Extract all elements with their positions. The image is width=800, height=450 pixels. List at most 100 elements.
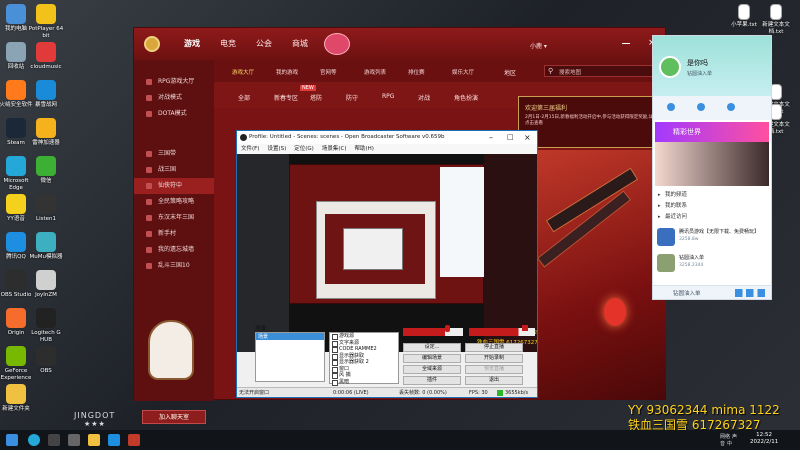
platform-logo-icon[interactable]: [144, 36, 160, 52]
obs-minimize-button[interactable]: –: [489, 131, 493, 144]
desktop-icon[interactable]: cloudmusic: [28, 42, 64, 71]
platform-subtab[interactable]: 游戏列表: [364, 68, 386, 76]
source-item[interactable]: 黑暗: [330, 379, 398, 385]
platform-subtab[interactable]: 娱乐大厅: [452, 68, 474, 76]
sidebar-item[interactable]: 我的遗忘城墙: [134, 242, 214, 258]
platform-subtab[interactable]: 官网等: [320, 68, 337, 76]
desktop-icon[interactable]: 雷神加速器: [28, 118, 64, 147]
sidebar-item[interactable]: 三国带: [134, 146, 214, 162]
tray-area[interactable]: 网络 声音中: [720, 433, 744, 447]
sidebar-item[interactable]: 仙侠符中: [134, 178, 214, 194]
join-chat-button[interactable]: 加入聊天室: [142, 410, 206, 424]
sidebar-item[interactable]: 全民策略攻略: [134, 194, 214, 210]
obs-close-button[interactable]: ×: [524, 131, 531, 144]
taskbar-qq-icon[interactable]: [108, 434, 120, 446]
chat-tab-icon-3[interactable]: [727, 103, 735, 111]
tray-item[interactable]: 网络: [720, 434, 730, 440]
sources-list[interactable]: 游戏源 文字来源 CODE RAMME2 显示器获取 显示器获取 2 窗口风 捕黑暗: [329, 332, 399, 385]
category-item[interactable]: 防守: [346, 93, 358, 102]
category-item[interactable]: 新春专区: [274, 93, 298, 102]
chat-entry[interactable]: 腾讯员游戏【无限下载、免费畅玩】 3258.8w: [657, 226, 769, 252]
chat-tab-icon-1[interactable]: [667, 103, 675, 111]
global-sources-button[interactable]: 全域来源: [403, 365, 461, 374]
sidebar-item[interactable]: 乱斗三国10: [134, 258, 214, 274]
sidebar-item[interactable]: 新手村: [134, 226, 214, 242]
desktop-icon[interactable]: Logitech G HUB: [28, 308, 64, 343]
taskbar-explorer-icon[interactable]: [88, 434, 100, 446]
chat-banner[interactable]: 精彩世界: [655, 122, 769, 142]
obs-maximize-button[interactable]: □: [507, 131, 514, 144]
obs-menu-item[interactable]: 文件(F): [241, 146, 259, 152]
desktop-file-icon[interactable]: 小苹果.txt: [726, 4, 762, 29]
desktop-icon[interactable]: JoyInZM: [28, 270, 64, 299]
taskbar-obs-icon[interactable]: [48, 434, 60, 446]
category-item[interactable]: 角色扮演: [454, 93, 478, 102]
chat-entry-sub: 3258.8w: [679, 237, 699, 242]
taskbar-edge-icon[interactable]: [28, 434, 40, 446]
sidebar-item[interactable]: 东汉末年三国: [134, 210, 214, 226]
sidebar-item[interactable]: 战三国: [134, 162, 214, 178]
stop-stream-button[interactable]: 停止直播: [465, 343, 523, 352]
desktop-app-icon: [6, 4, 26, 24]
taskbar-app-icon[interactable]: [68, 434, 80, 446]
scene-item[interactable]: 场景: [256, 333, 324, 340]
obs-menu-item[interactable]: 帮助(H): [354, 146, 373, 152]
preview-stream-button[interactable]: 预览直播: [465, 365, 523, 374]
obs-menu-item[interactable]: 设置(S): [267, 146, 286, 152]
category-item[interactable]: 对战: [418, 93, 430, 102]
chat-menu-item[interactable]: ▸ 最近访问: [657, 212, 769, 223]
settings-button[interactable]: 设定...: [403, 343, 461, 352]
desktop-icon[interactable]: PotPlayer 64 bit: [28, 4, 64, 39]
desktop-file-icon[interactable]: 新建文本文档.txt: [758, 4, 794, 35]
desktop-icon[interactable]: 暴雪战网: [28, 80, 64, 109]
desktop-app-icon: [6, 384, 26, 404]
desktop-icon[interactable]: 微信: [28, 156, 64, 185]
chat-footer-icons[interactable]: [735, 289, 765, 297]
mic-icon[interactable]: [445, 325, 450, 332]
category-item[interactable]: 塔防: [310, 93, 322, 102]
sidebar-item[interactable]: DOTA模式: [134, 106, 214, 122]
plugins-button[interactable]: 插件: [403, 376, 461, 385]
audio-meter-mic[interactable]: [403, 328, 463, 336]
platform-subtab[interactable]: 排位赛: [408, 68, 425, 76]
exit-button[interactable]: 退出: [465, 376, 523, 385]
search-input[interactable]: ⚲ 搜索地图: [544, 65, 654, 77]
start-record-button[interactable]: 开始录制: [465, 354, 523, 363]
platform-subtabs: 游戏大厅 我的游戏 官网等 游戏列表 排位赛 娱乐大厅 地区 ⚲ 搜索地图: [214, 60, 667, 82]
category-item[interactable]: 全部: [238, 93, 250, 102]
chat-avatar[interactable]: [659, 56, 681, 78]
platform-user-badge[interactable]: 小鹿 ▾: [530, 41, 547, 50]
platform-tab[interactable]: 公会: [256, 38, 272, 49]
platform-tab[interactable]: 商城: [292, 38, 308, 49]
edit-scene-button[interactable]: 编辑场景: [403, 354, 461, 363]
desktop-icon[interactable]: Listen1: [28, 194, 64, 223]
category-item[interactable]: RPG: [382, 93, 394, 100]
obs-menu-item[interactable]: 定位(G): [294, 146, 314, 152]
minimize-button[interactable]: [622, 43, 630, 44]
scenes-list[interactable]: 场景: [255, 332, 325, 382]
chat-entry-title: 钻圆油入单: [679, 255, 705, 261]
region-select[interactable]: 地区: [504, 68, 516, 77]
obs-window: Profile: Untitled - Scenes: scenes - Ope…: [236, 130, 538, 398]
platform-tab[interactable]: 电竞: [220, 38, 236, 49]
desktop-icon[interactable]: OBS: [28, 346, 64, 375]
platform-tab[interactable]: 游戏: [184, 38, 200, 49]
start-windows-icon[interactable]: [6, 434, 18, 446]
event-seal-icon[interactable]: [324, 33, 350, 55]
chat-menu-item[interactable]: ▸ 我的频道: [657, 190, 769, 201]
sidebar-item[interactable]: 对战模式: [134, 90, 214, 106]
sidebar-item[interactable]: RPG游戏大厅: [134, 74, 214, 90]
obs-menu-item[interactable]: 场景集(C): [322, 146, 347, 152]
desktop-icon[interactable]: 新建文件夹: [0, 384, 34, 413]
chat-entry[interactable]: 钻圆油入单 3258.2344: [657, 252, 769, 278]
desktop-icon[interactable]: MuMu模拟器: [28, 232, 64, 261]
platform-subtab[interactable]: 游戏大厅: [232, 68, 254, 76]
clock[interactable]: 12:52 2022/2/11: [750, 432, 778, 446]
taskbar-game-icon[interactable]: [128, 434, 140, 446]
platform-subtab[interactable]: 我的游戏: [276, 68, 298, 76]
speaker-icon[interactable]: [522, 325, 528, 331]
chat-tab-icon-2[interactable]: [697, 103, 705, 111]
tray-item[interactable]: 中: [727, 441, 732, 447]
chat-menu-item[interactable]: ▸ 我的联系: [657, 201, 769, 212]
notice-text: 2月1日-2月15日,新春福利活动开启中,参与活动获得限定奖励,详情点击查看: [525, 115, 658, 126]
